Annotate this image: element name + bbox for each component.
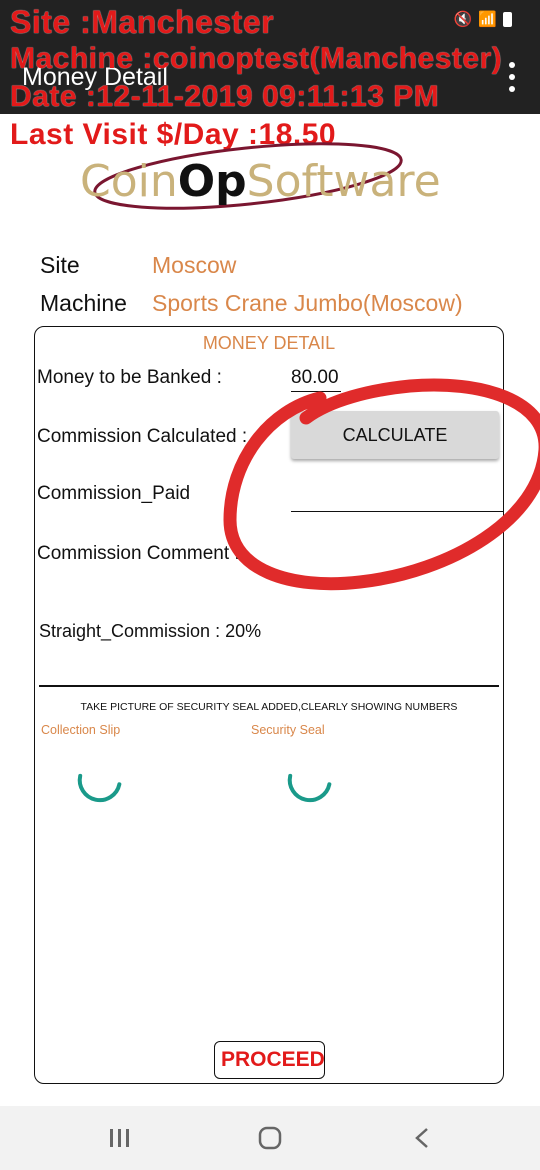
home-icon[interactable] xyxy=(250,1122,290,1154)
security-seal-label: Security Seal xyxy=(251,723,325,737)
overlay-site: Site :Manchester xyxy=(10,4,275,40)
machine-value: Sports Crane Jumbo(Moscow) xyxy=(152,290,463,316)
security-seal-spinner-icon[interactable] xyxy=(285,759,333,807)
commission-comment-label: Commission Comment : xyxy=(37,543,240,564)
site-value: Moscow xyxy=(152,252,237,278)
straight-commission: Straight_Commission : 20% xyxy=(39,621,262,641)
commission-calc-label: Commission Calculated : xyxy=(37,426,248,447)
site-label: Site xyxy=(40,252,80,278)
photo-caption: TAKE PICTURE OF SECURITY SEAL ADDED,CLEA… xyxy=(80,701,458,713)
wifi-icon: 📶 xyxy=(478,11,497,28)
back-icon[interactable] xyxy=(402,1122,442,1154)
machine-row: Machine Sports Crane Jumbo(Moscow) xyxy=(40,290,463,317)
coinop-logo: CoinOpSoftware xyxy=(80,142,480,228)
mute-icon: 🔇 xyxy=(453,11,473,28)
divider xyxy=(39,685,499,687)
overlay-date: Date :12-11-2019 09:11:13 PM xyxy=(10,80,440,113)
money-detail-card: MONEY DETAIL Money to be Banked : 80.00 … xyxy=(34,326,504,1084)
money-label: Money to be Banked : xyxy=(37,367,222,388)
collection-slip-label: Collection Slip xyxy=(41,723,121,737)
calculate-button[interactable]: CALCULATE xyxy=(291,411,499,459)
collection-slip-spinner-icon[interactable] xyxy=(75,759,123,807)
status-icons: 🔇 📶 xyxy=(454,10,512,28)
proceed-button[interactable]: PROCEED xyxy=(214,1041,325,1079)
machine-label: Machine xyxy=(40,290,127,316)
more-vert-icon[interactable] xyxy=(500,62,524,92)
card-title: MONEY DETAIL xyxy=(202,333,336,353)
overlay-machine: Machine :coinoptest(Manchester) xyxy=(10,42,503,75)
commission-paid-label: Commission_Paid xyxy=(37,483,191,504)
site-row: Site Moscow xyxy=(40,252,236,279)
system-nav-bar xyxy=(0,1106,540,1170)
logo-text: CoinOpSoftware xyxy=(80,156,441,207)
battery-icon xyxy=(503,11,512,27)
recent-apps-icon[interactable] xyxy=(100,1122,140,1154)
commission-paid-input[interactable] xyxy=(291,487,503,512)
money-value[interactable]: 80.00 xyxy=(291,367,341,392)
